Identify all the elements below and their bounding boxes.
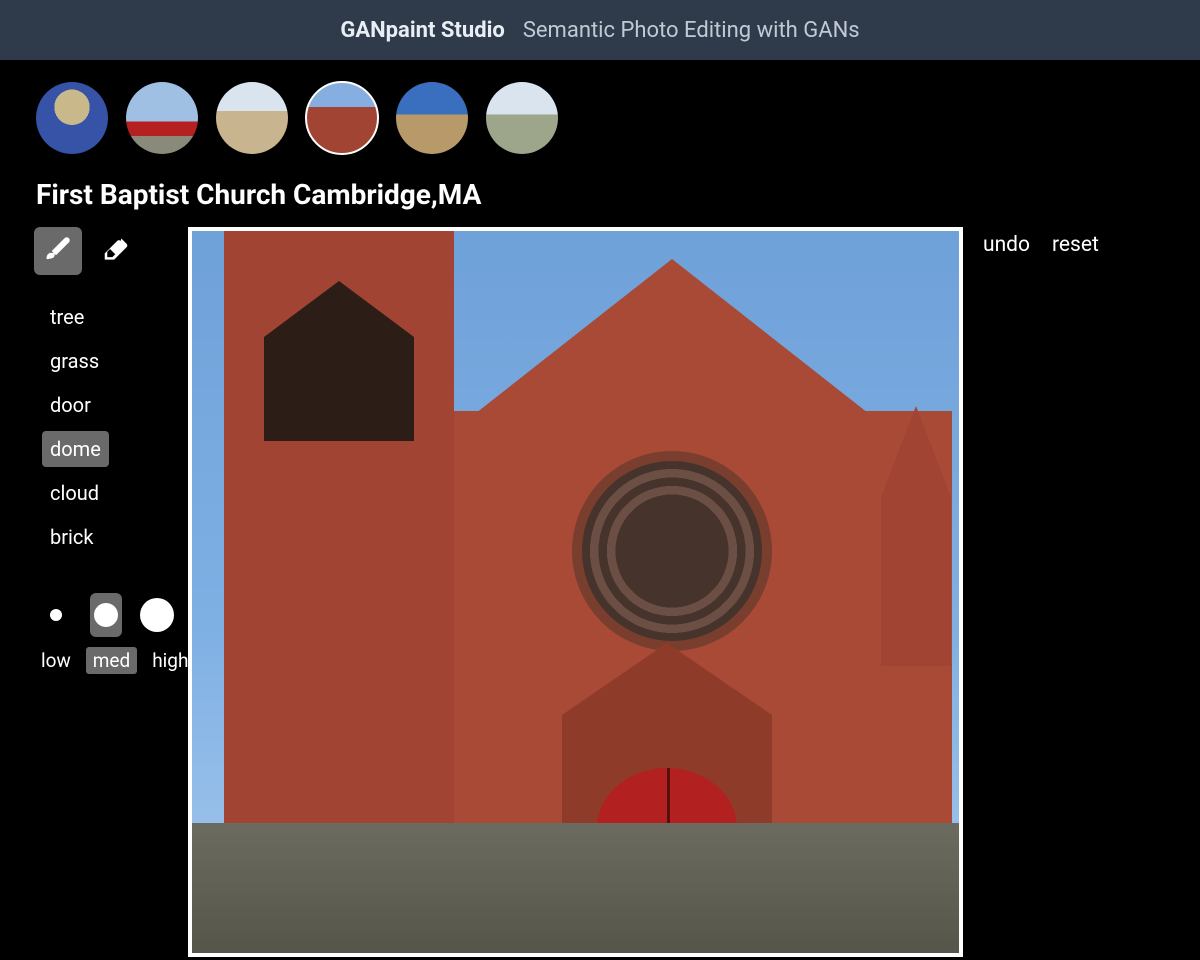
semantic-item-cloud[interactable]: cloud <box>42 475 107 511</box>
reset-button[interactable]: reset <box>1052 233 1099 957</box>
brush-dot-high-icon <box>140 598 174 632</box>
canvas-scene-ground <box>192 823 959 953</box>
brush-size-labels: low med high <box>34 647 174 674</box>
thumbnail-strip <box>0 60 1200 162</box>
tool-mode-row <box>34 227 174 275</box>
app-subtitle: Semantic Photo Editing with GANs <box>523 18 860 43</box>
canvas-area <box>188 225 963 957</box>
brush-size-med[interactable] <box>90 593 122 637</box>
brush-size-high[interactable] <box>140 593 174 637</box>
semantic-item-grass[interactable]: grass <box>42 343 107 379</box>
thumbnail-5[interactable] <box>396 82 468 154</box>
semantic-item-tree[interactable]: tree <box>42 299 102 335</box>
editing-canvas[interactable] <box>188 227 963 957</box>
brush-label-low[interactable]: low <box>34 647 78 674</box>
brush-size-row <box>40 593 174 637</box>
tool-panel: tree grass door dome cloud brick low med… <box>24 225 184 957</box>
brush-label-med[interactable]: med <box>86 647 137 674</box>
workspace: tree grass door dome cloud brick low med… <box>0 225 1200 957</box>
thumbnail-3[interactable] <box>216 82 288 154</box>
thumbnail-6[interactable] <box>486 82 558 154</box>
thumbnail-1[interactable] <box>36 82 108 154</box>
semantic-category-list: tree grass door dome cloud brick <box>42 295 174 559</box>
app-title: GANpaint Studio <box>340 18 504 43</box>
canvas-actions: undo reset <box>963 225 1099 957</box>
undo-button[interactable]: undo <box>983 233 1030 957</box>
canvas-scene-rose-window <box>572 451 772 651</box>
brush-dot-med-icon <box>94 603 118 627</box>
eraser-tool-button[interactable] <box>92 227 140 275</box>
image-title: First Baptist Church Cambridge,MA <box>0 162 1200 225</box>
app-header: GANpaint Studio Semantic Photo Editing w… <box>0 0 1200 60</box>
semantic-item-brick[interactable]: brick <box>42 519 102 555</box>
brush-tool-button[interactable] <box>34 227 82 275</box>
semantic-item-door[interactable]: door <box>42 387 102 423</box>
brush-size-low[interactable] <box>40 593 72 637</box>
brush-dot-low-icon <box>50 609 62 621</box>
thumbnail-4[interactable] <box>306 82 378 154</box>
semantic-item-dome[interactable]: dome <box>42 431 109 467</box>
thumbnail-2[interactable] <box>126 82 198 154</box>
canvas-scene-tower <box>224 227 454 911</box>
eraser-icon <box>101 234 131 269</box>
brush-icon <box>43 234 73 269</box>
